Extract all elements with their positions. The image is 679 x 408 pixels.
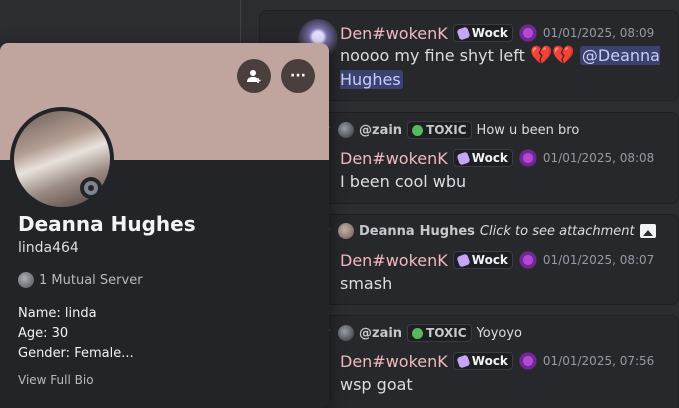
reply-author[interactable]: @zain [359, 123, 402, 138]
add-friend-icon [247, 70, 261, 83]
timestamp: 01/01/2025, 08:07 [542, 253, 655, 267]
message-text: wsp goat [340, 375, 413, 394]
skull-icon [412, 327, 424, 339]
display-name: Deanna Hughes [18, 212, 196, 236]
image-icon [639, 224, 656, 238]
server-icon [18, 272, 34, 288]
decoration-icon [517, 23, 538, 43]
guild-tag[interactable]: Wock [452, 24, 513, 42]
author-name[interactable]: Den#wokenK [340, 149, 448, 168]
guild-tag[interactable]: Wock [452, 352, 513, 370]
add-friend-button[interactable] [237, 59, 271, 93]
message-header: Den#wokenK Wock 01/01/2025, 08:09 [340, 23, 654, 43]
reply-text: Yoyoyo [476, 325, 523, 341]
timestamp: 01/01/2025, 08:08 [542, 151, 655, 165]
more-icon: ··· [290, 68, 306, 84]
timestamp: 01/01/2025, 08:09 [542, 26, 655, 40]
author-name[interactable]: Den#wokenK [340, 24, 448, 43]
message-header: Den#wokenK Wock 01/01/2025, 07:56 [340, 351, 654, 371]
message-content: noooo my fine shyt left 💔💔 @Deanna Hughe… [340, 44, 660, 92]
broken-heart-icon: 💔💔 [529, 45, 575, 66]
reply-avatar [338, 325, 354, 341]
wock-icon [456, 150, 471, 166]
mutual-servers[interactable]: 1 Mutual Server [18, 272, 143, 288]
decoration-icon [517, 148, 538, 168]
bio-age: Age: 30 [18, 326, 69, 341]
reply-author[interactable]: @zain [359, 326, 402, 341]
reply-preview[interactable]: @zain TOXIC How u been bro [338, 121, 579, 139]
reply-author-last[interactable]: Hughes [420, 224, 475, 239]
guild-tag[interactable]: TOXIC [407, 324, 472, 342]
reply-text: How u been bro [476, 122, 580, 138]
guild-tag[interactable]: Wock [452, 149, 513, 167]
wock-icon [456, 353, 471, 369]
message-text: I been cool wbu [340, 172, 467, 191]
message-text: noooo my fine shyt left [340, 46, 525, 65]
timestamp: 01/01/2025, 07:56 [542, 354, 655, 368]
view-full-bio-link[interactable]: View Full Bio [18, 373, 94, 387]
reply-author[interactable]: Deanna [359, 224, 415, 239]
message-header: Den#wokenK Wock 01/01/2025, 08:07 [340, 250, 654, 270]
profile-avatar[interactable] [10, 107, 114, 211]
profile-popout: ··· Deanna Hughes linda464 1 Mutual Serv… [0, 43, 329, 408]
guild-tag[interactable]: Wock [452, 251, 513, 269]
wock-icon [456, 25, 471, 41]
guild-tag[interactable]: TOXIC [407, 121, 472, 139]
username[interactable]: linda464 [18, 240, 79, 256]
reply-text: Click to see attachment [479, 223, 635, 239]
message-header: Den#wokenK Wock 01/01/2025, 08:08 [340, 148, 654, 168]
reply-preview[interactable]: Deanna Hughes Click to see attachment [338, 223, 656, 239]
skull-icon [412, 124, 424, 136]
reply-preview[interactable]: @zain TOXIC Yoyoyo [338, 324, 522, 342]
bio-name: Name: linda [18, 306, 97, 321]
reply-avatar [338, 223, 354, 239]
profile-bio: Name: linda Age: 30 Gender: Female... [18, 304, 134, 364]
wock-icon [456, 252, 471, 268]
decoration-icon [517, 351, 538, 371]
message-text: smash [340, 274, 393, 293]
bio-gender: Gender: Female... [18, 346, 134, 361]
author-name[interactable]: Den#wokenK [340, 251, 448, 270]
reply-avatar [338, 122, 354, 138]
mutual-label: 1 Mutual Server [39, 272, 143, 288]
more-button[interactable]: ··· [281, 59, 315, 93]
status-icon [80, 177, 102, 199]
author-name[interactable]: Den#wokenK [340, 352, 448, 371]
decoration-icon [517, 250, 538, 270]
